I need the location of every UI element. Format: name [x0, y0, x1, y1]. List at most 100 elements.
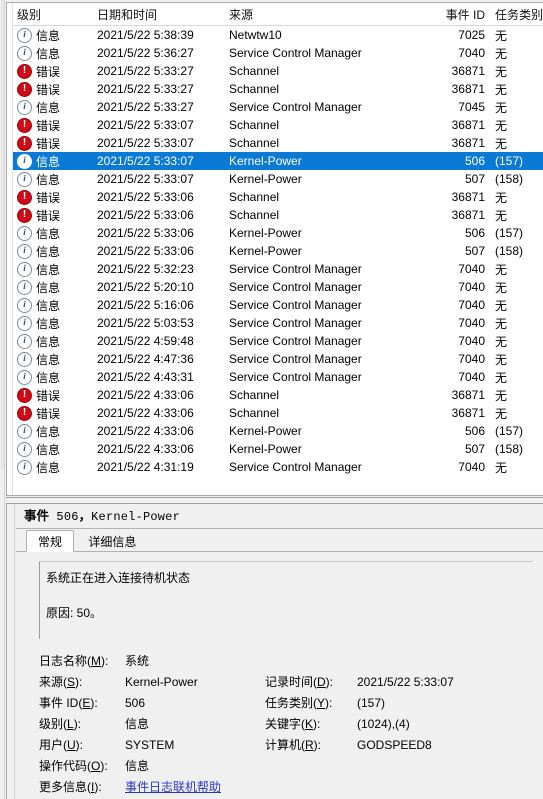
outer-scrollbar-thumb[interactable]	[1, 0, 4, 470]
column-header-source[interactable]: 来源	[225, 3, 435, 26]
cell-source: Service Control Manager	[229, 298, 362, 312]
cell-event-id: 507	[464, 442, 485, 456]
cell-source: Schannel	[229, 190, 280, 204]
cell-source: Schannel	[229, 118, 280, 132]
table-row[interactable]: 错误 2021/5/22 4:33:06 Schannel 36871 无	[13, 386, 543, 404]
cell-level: 信息	[13, 98, 93, 116]
information-icon	[17, 369, 32, 385]
cell-level: 信息	[13, 152, 93, 170]
table-row[interactable]: 错误 2021/5/22 5:33:06 Schannel 36871 无	[13, 206, 543, 224]
tab-general[interactable]: 常规	[26, 530, 75, 552]
cell-event-id: 7040	[458, 316, 485, 330]
information-icon	[17, 279, 32, 295]
level-label: 错误	[36, 118, 61, 133]
label-log-name: 日志名称(M):	[39, 654, 109, 668]
column-header-level[interactable]: 级别	[13, 3, 93, 26]
cell-event-id: 36871	[451, 190, 485, 204]
cell-datetime: 2021/5/22 4:59:48	[97, 334, 194, 348]
table-row[interactable]: 信息 2021/5/22 4:43:31 Service Control Manag…	[13, 368, 543, 386]
property-row-event-id: 事件 ID(E): 506 任务类别(Y): (157)	[39, 693, 539, 714]
cell-event-id: 507	[464, 244, 485, 258]
value-log-name: 系统	[125, 654, 150, 668]
label-opcode: 操作代码(O):	[39, 759, 108, 773]
level-label: 信息	[36, 424, 61, 439]
tab-details[interactable]: 详细信息	[77, 531, 147, 553]
cell-task: 无	[495, 334, 508, 349]
table-row[interactable]: 错误 2021/5/22 5:33:06 Schannel 36871 无	[13, 188, 543, 206]
error-icon	[17, 387, 32, 403]
table-row[interactable]: 错误 2021/5/22 5:33:27 Schannel 36871 无	[13, 80, 543, 98]
cell-event-id: 36871	[451, 388, 485, 402]
property-row-user: 用户(U): SYSTEM 计算机(R): GODSPEED8	[39, 735, 539, 756]
value-more-information: 事件日志联机帮助	[125, 777, 265, 798]
property-row-more-information: 更多信息(I): 事件日志联机帮助	[39, 777, 539, 798]
level-label: 错误	[36, 208, 61, 223]
label-keywords: 关键字(K):	[265, 717, 321, 731]
cell-source: Service Control Manager	[229, 262, 362, 276]
event-log-online-help-link[interactable]: 事件日志联机帮助	[125, 780, 221, 794]
cell-task: 无	[495, 406, 508, 421]
column-header-event-id[interactable]: 事件 ID	[435, 3, 491, 26]
table-row[interactable]: 信息 2021/5/22 5:03:53 Service Control Manag…	[13, 314, 543, 332]
cell-level: 信息	[13, 224, 93, 242]
table-row[interactable]: 信息 2021/5/22 5:33:27 Service Control Manag…	[13, 98, 543, 116]
table-row[interactable]: 信息 2021/5/22 4:59:48 Service Control Manag…	[13, 332, 543, 350]
table-row[interactable]: 信息 2021/5/22 4:31:19 Service Control Manag…	[13, 458, 543, 476]
outer-vertical-scrollbar[interactable]	[0, 0, 5, 799]
cell-task: (158)	[495, 442, 524, 456]
table-row[interactable]: 信息 2021/5/22 5:32:23 Service Control Manag…	[13, 260, 543, 278]
table-row[interactable]: 信息 2021/5/22 5:38:39 Netwtw10 7025 无	[13, 26, 543, 45]
detail-title-separator: ，	[78, 509, 92, 523]
table-row[interactable]: 信息 2021/5/22 5:33:07 Kernel-Power 507 (158)	[13, 170, 543, 188]
detail-pane-body: 事件 506，Kernel-Power 常规 详细信息 系统正在进入连接待机状态…	[16, 504, 543, 799]
table-row[interactable]: 信息 2021/5/22 4:33:06 Kernel-Power 506 (157)	[13, 422, 543, 440]
cell-task: (157)	[495, 424, 524, 438]
table-row[interactable]: 错误 2021/5/22 4:33:06 Schannel 36871 无	[13, 404, 543, 422]
pane-splitter[interactable]	[6, 497, 543, 504]
label-more-information: 更多信息(I):	[39, 780, 102, 794]
cell-task: (157)	[495, 226, 524, 240]
detail-title-event-id: 506	[56, 510, 79, 524]
event-list-table: 级别 日期和时间 来源 事件 ID 任务类别 信息 2021/5/22 5:38:…	[13, 3, 543, 476]
level-label: 信息	[36, 298, 61, 313]
cell-event-id: 36871	[451, 82, 485, 96]
table-row[interactable]: 错误 2021/5/22 5:33:07 Schannel 36871 无	[13, 116, 543, 134]
event-list-body: 信息2021/5/22 5:38:39Netwtw107025无信息2021/5…	[13, 26, 543, 477]
table-row[interactable]: 错误 2021/5/22 5:33:07 Schannel 36871 无	[13, 134, 543, 152]
event-viewer-window: 级别 日期和时间 来源 事件 ID 任务类别 信息 2021/5/22 5:38:…	[0, 0, 543, 799]
cell-level: 错误	[13, 134, 93, 152]
table-row[interactable]: 信息 2021/5/22 5:16:06 Service Control Manag…	[13, 296, 543, 314]
event-description-line-1: 系统正在进入连接待机状态	[46, 571, 191, 585]
information-icon	[17, 333, 32, 349]
property-row-level: 级别(L): 信息 关键字(K): (1024),(4)	[39, 714, 539, 735]
table-row[interactable]: 信息 2021/5/22 5:33:07Kernel-Power506(157)	[13, 152, 543, 170]
detail-tabstrip: 常规 详细信息	[16, 529, 543, 552]
table-row[interactable]: 信息 2021/5/22 5:20:10 Service Control Manag…	[13, 278, 543, 296]
cell-event-id: 7040	[458, 298, 485, 312]
table-row[interactable]: 信息 2021/5/22 5:33:06 Kernel-Power 507 (158)	[13, 242, 543, 260]
cell-datetime: 2021/5/22 5:33:07	[97, 172, 194, 186]
column-header-task[interactable]: 任务类别	[491, 3, 543, 26]
table-row[interactable]: 信息 2021/5/22 4:47:36 Service Control Manag…	[13, 350, 543, 368]
cell-level: 信息	[13, 170, 93, 188]
table-row[interactable]: 错误 2021/5/22 5:33:27 Schannel 36871 无	[13, 62, 543, 80]
table-row[interactable]: 信息 2021/5/22 5:33:06 Kernel-Power 506 (157)	[13, 224, 543, 242]
cell-datetime: 2021/5/22 5:16:06	[97, 298, 194, 312]
cell-datetime: 2021/5/22 5:33:06	[97, 226, 194, 240]
column-header-datetime[interactable]: 日期和时间	[93, 3, 225, 26]
cell-datetime: 2021/5/22 5:33:07	[97, 136, 194, 150]
cell-task: 无	[495, 208, 508, 223]
cell-level: 信息	[13, 278, 93, 296]
table-row[interactable]: 信息 2021/5/22 4:33:06 Kernel-Power 507 (158)	[13, 440, 543, 458]
table-row[interactable]: 信息 2021/5/22 5:36:27 Service Control Manag…	[13, 44, 543, 62]
cell-level: 信息	[13, 260, 93, 278]
cell-datetime: 2021/5/22 4:47:36	[97, 352, 194, 366]
cell-datetime: 2021/5/22 5:33:27	[97, 64, 194, 78]
event-description-box[interactable]: 系统正在进入连接待机状态 原因: 50。	[39, 561, 533, 639]
level-label: 错误	[36, 190, 61, 205]
cell-datetime: 2021/5/22 5:33:06	[97, 190, 194, 204]
event-list-header-row: 级别 日期和时间 来源 事件 ID 任务类别	[13, 3, 543, 26]
detail-title-source: Kernel-Power	[91, 510, 180, 524]
cell-event-id: 7040	[458, 334, 485, 348]
cell-level: 错误	[13, 404, 93, 422]
